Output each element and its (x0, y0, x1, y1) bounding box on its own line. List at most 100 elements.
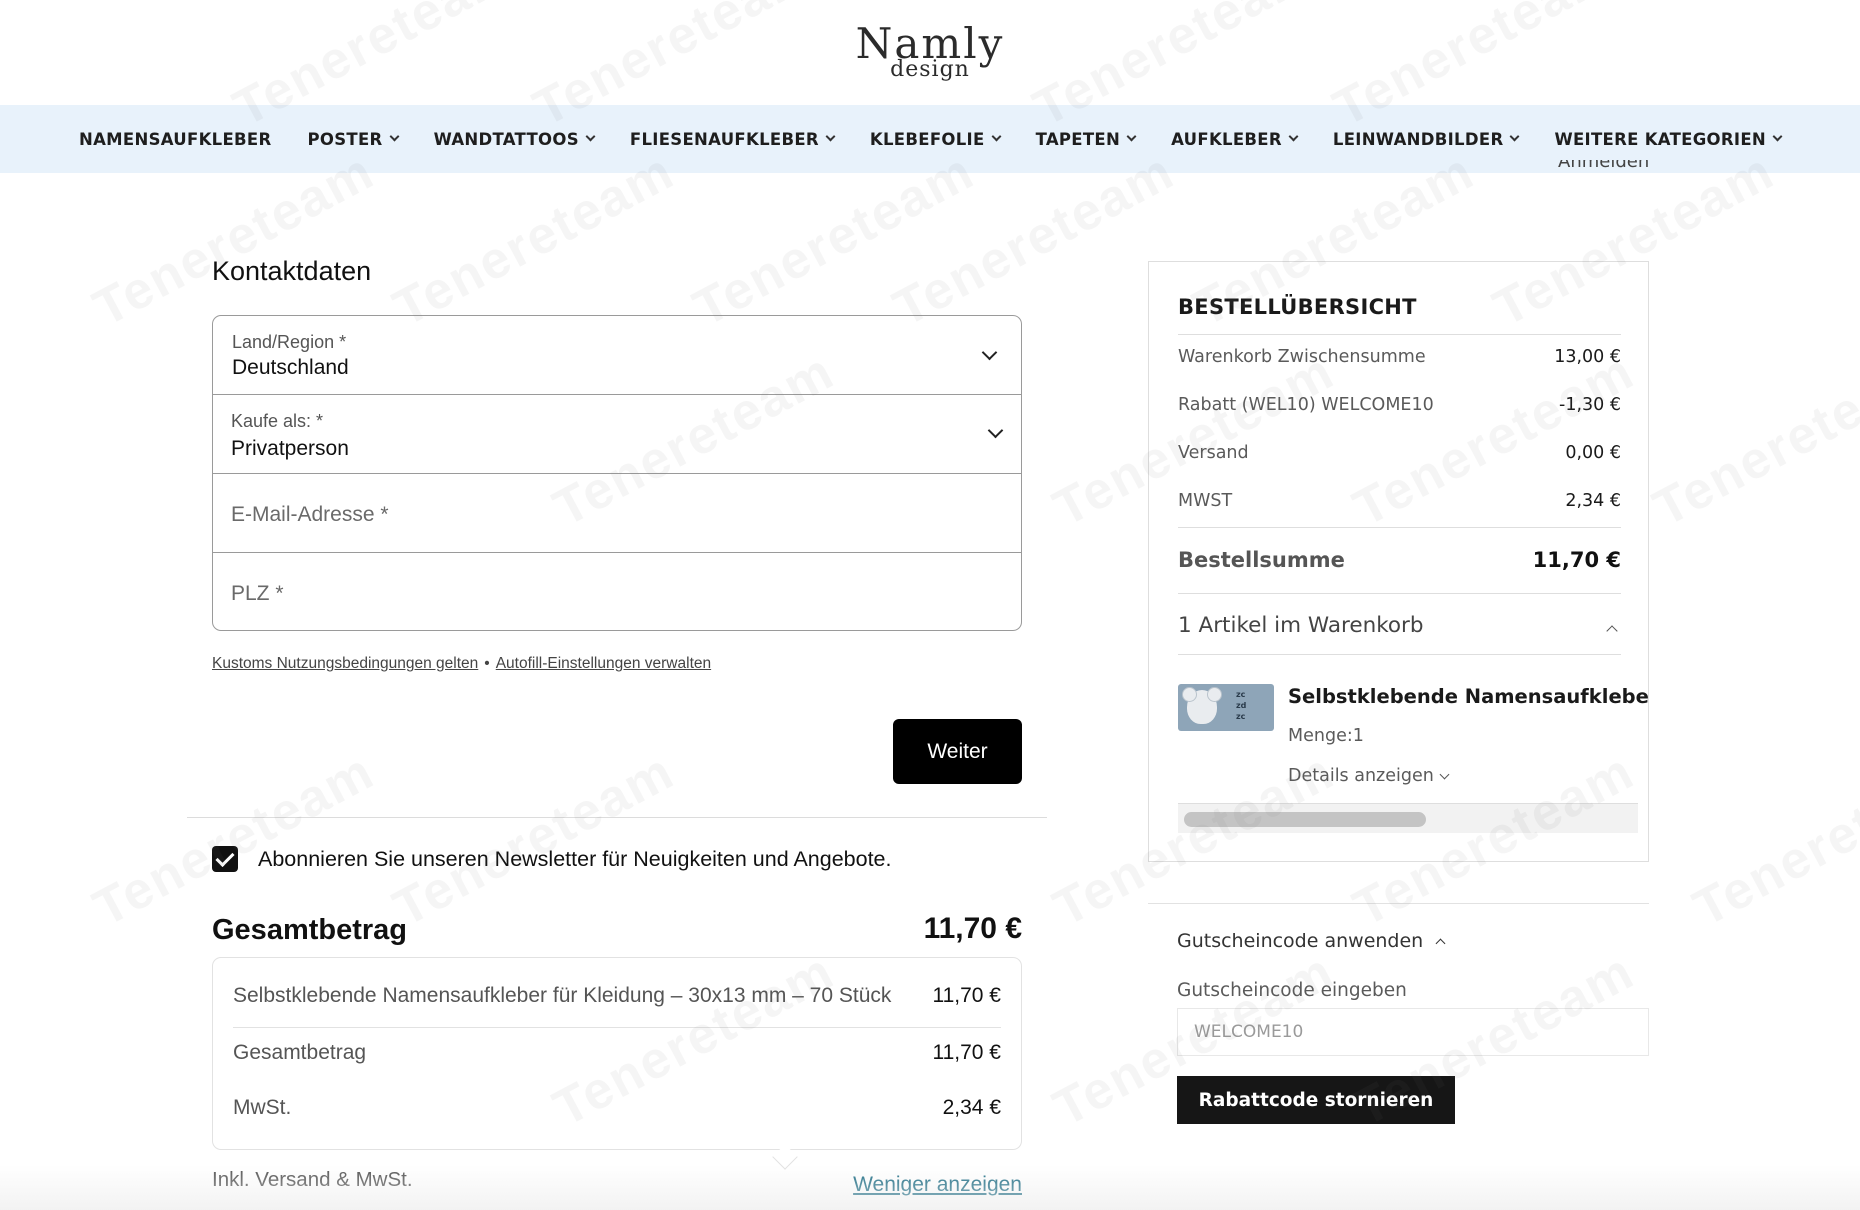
divider (1178, 654, 1621, 655)
watermark: Tenereteam (84, 742, 384, 938)
chevron-down-icon (991, 131, 1002, 142)
price-summary-box: Selbstklebende Namensaufkleber für Kleid… (212, 957, 1022, 1150)
nav-item-poster[interactable]: POSTER (290, 130, 416, 149)
cart-item-quantity: Menge:1 (1288, 726, 1364, 746)
email-field[interactable]: E-Mail-Adresse * (213, 474, 1021, 553)
chevron-down-icon (981, 344, 998, 361)
order-row-label: MWST (1178, 491, 1233, 511)
summary-row-label: Gesamtbetrag (233, 1041, 367, 1064)
divider (1178, 593, 1621, 594)
nav-label: POSTER (307, 129, 383, 149)
divider (187, 817, 1047, 818)
chevron-down-icon (987, 422, 1004, 439)
nav-label: KLEBEFOLIE (869, 129, 985, 149)
login-link[interactable]: Anmelden (1558, 160, 1649, 174)
country-select[interactable]: Land/Region * Deutschland (213, 316, 1021, 395)
order-row: Warenkorb Zwischensumme 13,00 € (1178, 347, 1621, 367)
show-details-toggle[interactable]: Details anzeigen (1288, 766, 1450, 786)
coupon-input[interactable] (1177, 1008, 1649, 1056)
newsletter-checkbox[interactable] (212, 846, 238, 872)
show-details-label: Details anzeigen (1288, 766, 1434, 786)
summary-row: MwSt. 2,34 € (233, 1096, 1001, 1120)
summary-row-value: 11,70 € (932, 1041, 1001, 1064)
summary-row: Gesamtbetrag 11,70 € (233, 1041, 1001, 1065)
nav-item-klebefolie[interactable]: KLEBEFOLIE (852, 130, 1018, 149)
autofill-settings-link[interactable]: Autofill-Einstellungen verwalten (496, 655, 711, 672)
summary-row-value: 11,70 € (932, 984, 1001, 1007)
thumbnail-line: zd (1236, 701, 1247, 710)
order-total-value: 11,70 € (1532, 548, 1621, 572)
chevron-down-icon (1439, 769, 1450, 779)
country-label: Land/Region * (232, 332, 347, 352)
country-value: Deutschland (232, 356, 349, 379)
chevron-up-icon (1606, 625, 1618, 637)
show-less-link[interactable]: Weniger anzeigen (853, 1173, 1022, 1197)
chevron-down-icon (389, 131, 400, 142)
watermark: Tenereteam (1684, 742, 1860, 938)
nav-item-tapeten[interactable]: TAPETEN (1018, 130, 1154, 149)
nav-label: WANDTATTOOS (433, 129, 579, 149)
nav-item-leinwandbilder[interactable]: LEINWANDBILDER (1315, 130, 1537, 149)
nav-label: WEITERE KATEGORIEN (1554, 129, 1767, 149)
zip-field[interactable]: PLZ * (213, 553, 1021, 630)
chevron-up-icon (1435, 938, 1446, 949)
summary-row-label: MwSt. (233, 1096, 292, 1119)
nav-item-fliesenaufkleber[interactable]: FLIESENAUFKLEBER (612, 130, 852, 149)
email-placeholder: E-Mail-Adresse * (231, 503, 389, 526)
separator: • (484, 655, 490, 672)
coupon-toggle[interactable]: Gutscheincode anwenden (1177, 930, 1446, 952)
divider (1178, 334, 1621, 335)
divider (1148, 903, 1649, 904)
nav-label: NAMENSAUFKLEBER (78, 129, 272, 149)
continue-button[interactable]: Weiter (893, 719, 1022, 784)
summary-row-label: Selbstklebende Namensaufkleber für Kleid… (233, 984, 892, 1007)
watermark: Tenereteam (384, 742, 684, 938)
horizontal-scrollbar[interactable] (1178, 803, 1638, 833)
cart-items-toggle[interactable]: 1 Artikel im Warenkorb (1178, 613, 1424, 638)
order-row-value: 13,00 € (1554, 347, 1621, 367)
divider (233, 1027, 1001, 1028)
buyer-type-select[interactable]: Kaufe als: * Privatperson (213, 395, 1021, 474)
nav-label: LEINWANDBILDER (1332, 129, 1504, 149)
order-row: Rabatt (WEL10) WELCOME10 -1,30 € (1178, 395, 1621, 415)
order-row-value: 2,34 € (1565, 491, 1621, 511)
nav-label: TAPETEN (1035, 129, 1121, 149)
order-row-value: 0,00 € (1565, 443, 1621, 463)
thumbnail-line: zc (1236, 690, 1246, 699)
terms-link[interactable]: Kustoms Nutzungsbedingungen gelten (212, 655, 478, 672)
nav-item-wandtattoos[interactable]: WANDTATTOOS (416, 130, 612, 149)
koala-illustration (1182, 687, 1222, 724)
nav-item-aufkleber[interactable]: AUFKLEBER (1153, 130, 1315, 149)
order-row-value: -1,30 € (1559, 395, 1621, 415)
chevron-down-icon (1288, 131, 1299, 142)
order-total-label: Bestellsumme (1178, 548, 1345, 572)
site-logo[interactable]: Namly design (856, 23, 1005, 81)
nav-label: AUFKLEBER (1171, 129, 1282, 149)
thumbnail-text: zc zd zc (1236, 689, 1246, 722)
order-row: Versand 0,00 € (1178, 443, 1621, 463)
summary-row: Selbstklebende Namensaufkleber für Kleid… (233, 984, 1001, 1008)
chevron-down-icon (1510, 131, 1520, 142)
summary-row-value: 2,34 € (942, 1096, 1001, 1119)
incl-shipping-note: Inkl. Versand & MwSt. (212, 1168, 413, 1191)
scrollbar-thumb[interactable] (1184, 812, 1426, 827)
order-row-label: Rabatt (WEL10) WELCOME10 (1178, 395, 1434, 415)
watermark: Tenereteam (1644, 342, 1860, 538)
chevron-down-icon (1772, 131, 1783, 142)
cart-item-name: Selbstklebende Namensaufkleber für (1288, 685, 1649, 708)
legal-links: Kustoms Nutzungsbedingungen gelten • Autof… (212, 655, 711, 673)
buyer-type-label: Kaufe als: * (231, 411, 324, 431)
contact-form: Land/Region * Deutschland Kaufe als: * P… (212, 315, 1022, 631)
buyer-type-value: Privatperson (231, 437, 349, 460)
nav-item-weitere-kategorien[interactable]: WEITERE KATEGORIEN (1536, 130, 1799, 149)
nav-item-namensaufkleber[interactable]: NAMENSAUFKLEBER (61, 130, 290, 149)
product-thumbnail: zc zd zc (1178, 684, 1274, 731)
header-logo-area: Namly design (0, 0, 1860, 105)
thumbnail-line: zc (1236, 712, 1246, 721)
order-row-label: Warenkorb Zwischensumme (1178, 347, 1426, 367)
coupon-toggle-label: Gutscheincode anwenden (1177, 930, 1424, 952)
nav-label: FLIESENAUFKLEBER (629, 129, 819, 149)
coupon-input-label: Gutscheincode eingeben (1177, 980, 1407, 1001)
cancel-coupon-button[interactable]: Rabattcode stornieren (1177, 1076, 1455, 1124)
newsletter-label: Abonnieren Sie unseren Newsletter für Ne… (258, 847, 892, 871)
